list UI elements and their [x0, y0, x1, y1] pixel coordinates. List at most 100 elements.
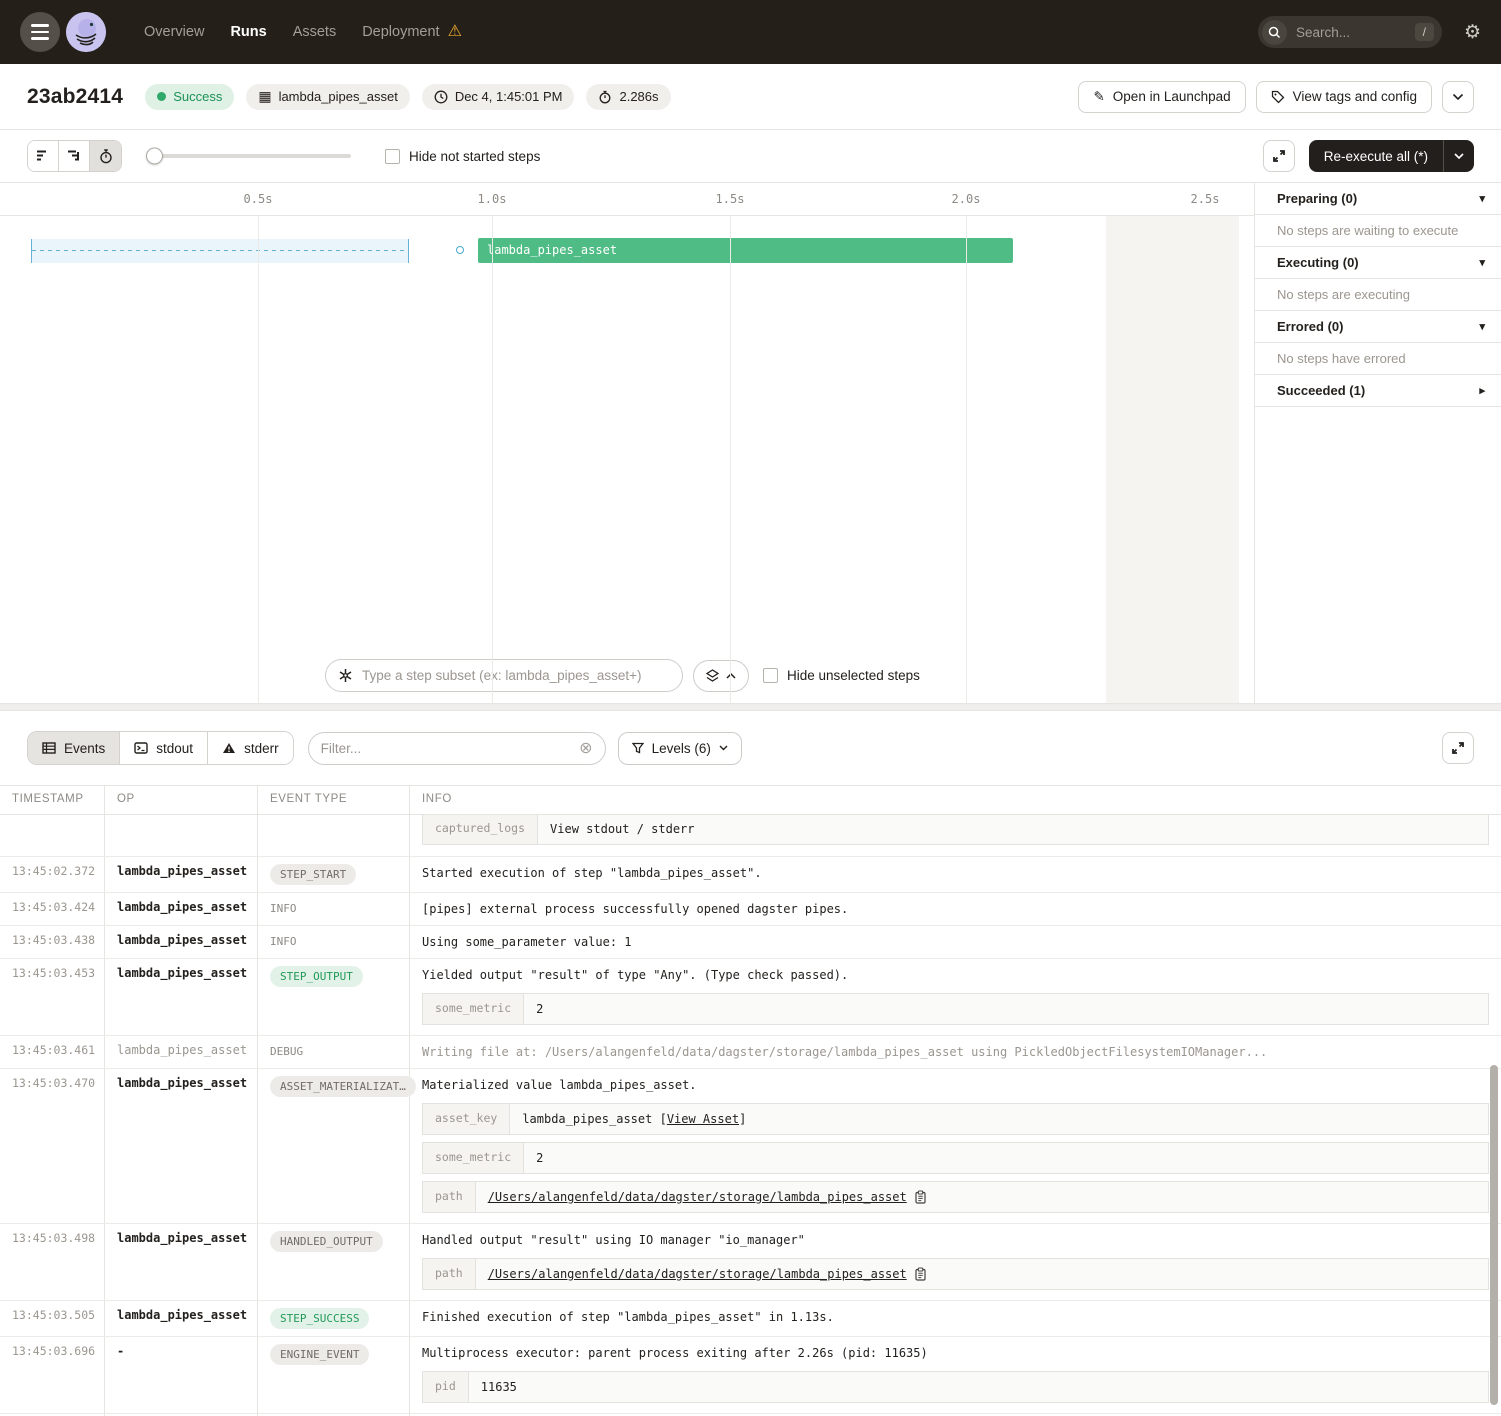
metadata-row: path/Users/alangenfeld/data/dagster/stor…: [422, 1258, 1489, 1290]
metadata-value: 2: [524, 994, 1488, 1024]
log-row[interactable]: 13:45:03.696-ENGINE_EVENTMultiprocess ex…: [0, 1337, 1501, 1414]
log-row[interactable]: 13:45:03.453lambda_pipes_assetSTEP_OUTPU…: [0, 959, 1501, 1036]
log-scrollbar[interactable]: [1490, 1065, 1498, 1405]
log-row[interactable]: captured_logsView stdout / stderr: [0, 815, 1501, 857]
copy-icon[interactable]: [915, 1190, 927, 1204]
sidebar-section-title: Preparing (0): [1277, 191, 1357, 206]
sidebar-section-preparing[interactable]: Preparing (0)▾: [1255, 183, 1501, 215]
hide-not-started-label: Hide not started steps: [409, 149, 540, 164]
search-shortcut-badge: /: [1415, 23, 1434, 41]
nav-item-deployment[interactable]: Deployment⚠: [362, 24, 462, 40]
axis-tick-label: 1.0s: [478, 192, 507, 206]
nav-item-assets[interactable]: Assets: [293, 24, 337, 40]
tab-stderr[interactable]: stderr: [208, 732, 293, 764]
nav-item-overview[interactable]: Overview: [144, 24, 204, 40]
log-info-text: Finished execution of step "lambda_pipes…: [422, 1308, 1489, 1326]
copy-icon[interactable]: [915, 1267, 927, 1281]
gear-icon[interactable]: ⚙: [1464, 21, 1481, 44]
metadata-link[interactable]: /Users/alangenfeld/data/dagster/storage/…: [488, 1190, 907, 1204]
expand-icon: [1272, 149, 1286, 163]
metadata-link[interactable]: /Users/alangenfeld/data/dagster/storage/…: [488, 1267, 907, 1281]
gantt-section: 0.5s1.0s1.5s2.0s2.5s lambda_pipes_asset …: [0, 183, 1501, 703]
tab-Events[interactable]: Events: [28, 732, 120, 764]
run-duration: 2.286s: [586, 84, 670, 110]
nav-item-runs[interactable]: Runs: [230, 24, 266, 40]
log-row[interactable]: 13:45:03.498lambda_pipes_assetHANDLED_OU…: [0, 1224, 1501, 1301]
gantt-zoom-slider[interactable]: [146, 154, 351, 158]
log-timestamp: 13:45:03.453: [0, 959, 105, 1035]
status-dot-icon: [157, 92, 166, 101]
slider-knob[interactable]: [146, 148, 163, 165]
log-row[interactable]: 13:45:02.372lambda_pipes_assetSTEP_START…: [0, 857, 1501, 893]
log-row[interactable]: 13:45:03.438lambda_pipes_assetINFOUsing …: [0, 926, 1501, 959]
log-op: lambda_pipes_asset: [105, 1301, 258, 1336]
metadata-label: pid: [423, 1372, 469, 1402]
log-op: lambda_pipes_asset: [105, 1224, 258, 1300]
tab-stdout[interactable]: stdout: [120, 732, 208, 764]
log-row[interactable]: 13:45:03.505lambda_pipes_assetSTEP_SUCCE…: [0, 1301, 1501, 1337]
log-timestamp: 13:45:03.470: [0, 1069, 105, 1223]
global-search[interactable]: /: [1258, 16, 1442, 48]
gantt-after-run-end-region: [1106, 216, 1239, 703]
step-subset-input[interactable]: [362, 668, 670, 683]
log-row[interactable]: 13:45:03.470lambda_pipes_assetASSET_MATE…: [0, 1069, 1501, 1224]
log-timestamp: 13:45:03.498: [0, 1224, 105, 1300]
view-tags-config-button[interactable]: View tags and config: [1256, 81, 1432, 113]
log-event-type: STEP_SUCCESS: [258, 1301, 410, 1336]
open-in-launchpad-button[interactable]: ✎ Open in Launchpad: [1078, 81, 1245, 113]
metadata-row: asset_keylambda_pipes_asset [View Asset]: [422, 1103, 1489, 1135]
log-filter-wrap: ⊗: [308, 732, 606, 765]
event-log-table: TIMESTAMPOPEVENT TYPEINFO captured_logsV…: [0, 785, 1501, 1416]
clear-filter-icon[interactable]: ⊗: [579, 738, 592, 758]
step-subset-bar: Hide unselected steps: [325, 659, 920, 692]
run-job-tag[interactable]: ▦ lambda_pipes_asset: [246, 84, 409, 110]
graph-options-button[interactable]: [693, 660, 749, 692]
gantt-expand-button[interactable]: [1263, 140, 1295, 172]
timed-view-button[interactable]: [90, 141, 121, 171]
flat-view-button[interactable]: [28, 141, 59, 171]
log-row[interactable]: 13:45:03.424lambda_pipes_assetINFO[pipes…: [0, 893, 1501, 926]
levels-dropdown[interactable]: Levels (6): [618, 732, 742, 765]
log-panel: Eventsstdoutstderr ⊗ Levels (6) TIMESTAM…: [0, 711, 1501, 1416]
metadata-value: View stdout / stderr: [538, 815, 1488, 844]
reexecute-options-button[interactable]: [1443, 140, 1474, 172]
axis-tick-label: 1.5s: [716, 192, 745, 206]
metadata-value-text: lambda_pipes_asset [View Asset]: [522, 1110, 746, 1128]
gantt-chart: 0.5s1.0s1.5s2.0s2.5s lambda_pipes_asset …: [0, 183, 1255, 703]
sidebar-section-succeeded[interactable]: Succeeded (1) ▸: [1255, 375, 1501, 407]
metadata-row: captured_logsView stdout / stderr: [422, 815, 1489, 845]
log-row[interactable]: 13:45:03.461lambda_pipes_assetDEBUGWriti…: [0, 1036, 1501, 1069]
sidebar-section-empty-text: No steps are waiting to execute: [1255, 215, 1501, 247]
log-op: lambda_pipes_asset: [105, 1036, 258, 1068]
sidebar-section-errored[interactable]: Errored (0)▾: [1255, 311, 1501, 343]
log-filter-input[interactable]: [321, 741, 580, 756]
metadata-table: asset_keylambda_pipes_asset [View Asset]…: [422, 1103, 1489, 1216]
layers-icon: [706, 669, 719, 682]
log-info-text: Using some_parameter value: 1: [422, 933, 1489, 951]
log-expand-button[interactable]: [1442, 732, 1474, 764]
search-input[interactable]: [1296, 25, 1406, 40]
hide-unselected-checkbox[interactable]: [763, 668, 778, 683]
gantt-view-mode-group: [27, 140, 122, 172]
dagster-logo[interactable]: [66, 12, 106, 52]
run-more-actions-button[interactable]: [1442, 81, 1474, 113]
metadata-value-text: 11635: [481, 1378, 517, 1396]
collapse-triangle-icon: ▾: [1479, 256, 1485, 269]
sidebar-section-title: Succeeded (1): [1277, 383, 1365, 398]
sidebar-section-executing[interactable]: Executing (0)▾: [1255, 247, 1501, 279]
metadata-value-text: 2: [536, 1000, 543, 1018]
log-info: Finished execution of step "lambda_pipes…: [410, 1301, 1501, 1336]
expand-triangle-icon: ▸: [1479, 384, 1485, 397]
metadata-link[interactable]: View Asset: [667, 1112, 739, 1126]
reexecute-all-button[interactable]: Re-execute all (*): [1309, 140, 1443, 172]
waterfall-view-button[interactable]: [59, 141, 90, 171]
column-header: TIMESTAMP: [0, 786, 105, 814]
axis-tick-label: 2.5s: [1191, 192, 1220, 206]
hamburger-menu-button[interactable]: [20, 12, 60, 52]
gantt-step-bar[interactable]: lambda_pipes_asset: [478, 238, 1013, 263]
expand-icon: [1451, 741, 1465, 755]
log-info: Started execution of step "lambda_pipes_…: [410, 857, 1501, 892]
hide-not-started-checkbox[interactable]: [385, 149, 400, 164]
panel-resize-divider[interactable]: [0, 703, 1501, 711]
metadata-value-text: /Users/alangenfeld/data/dagster/storage/…: [488, 1188, 907, 1206]
